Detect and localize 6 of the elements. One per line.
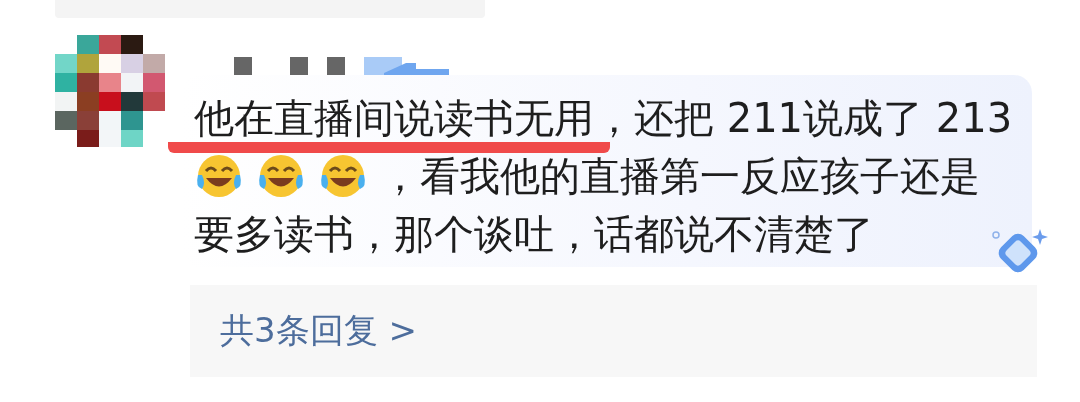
laughing-emoji-icon bbox=[194, 153, 244, 199]
laughing-emoji-icon bbox=[256, 153, 306, 199]
comment-text: 要多读书，那个谈吐，话都说不清楚了 bbox=[194, 211, 874, 257]
replies-link[interactable]: 共3条回复 > bbox=[220, 308, 417, 354]
comment-text: ，看我他的直播第一反应孩子还是 bbox=[380, 153, 980, 199]
laughing-emoji-icon bbox=[318, 153, 368, 199]
